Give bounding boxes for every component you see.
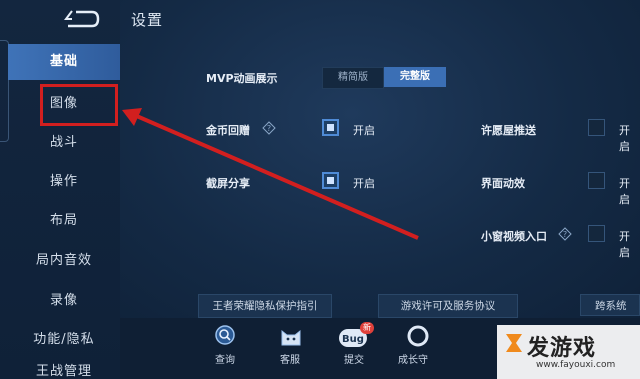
- privacy-guide-link[interactable]: 王者荣耀隐私保护指引: [198, 294, 332, 318]
- watermark-logo-icon: [506, 334, 522, 352]
- growth-guard-icon[interactable]: [407, 325, 429, 349]
- page-title: 设置: [131, 11, 164, 29]
- bug-submit-label: 提交: [344, 355, 364, 366]
- ui-animation-state: 开启: [619, 177, 630, 206]
- sidebar-item-controls[interactable]: 操作: [8, 164, 120, 200]
- sidebar-item-basic[interactable]: 基础: [8, 44, 120, 80]
- highlight-annotation-box: [40, 84, 118, 126]
- watermark-text: 发游戏: [527, 336, 597, 361]
- watermark-url: www.fayouxi.com: [536, 360, 616, 370]
- cross-system-link[interactable]: 跨系统: [580, 294, 640, 316]
- wish-push-state: 开启: [619, 124, 630, 153]
- svg-text:?: ?: [563, 230, 567, 239]
- sidebar-item-replay[interactable]: 录像: [8, 283, 120, 319]
- growth-guard-label: 成长守: [398, 355, 428, 366]
- query-label: 查询: [215, 355, 235, 366]
- mvp-label: MVP动画展示: [206, 72, 278, 85]
- wish-push-checkbox[interactable]: [588, 119, 605, 136]
- query-icon[interactable]: [214, 325, 236, 349]
- wish-push-label: 许愿屋推送: [481, 124, 536, 137]
- back-icon[interactable]: [62, 8, 102, 30]
- sidebar-item-layout[interactable]: 布局: [8, 203, 120, 239]
- help-icon[interactable]: ?: [558, 227, 572, 241]
- ui-animation-checkbox[interactable]: [588, 172, 605, 189]
- service-label: 客服: [280, 355, 300, 366]
- mini-video-label: 小窗视频入口: [481, 230, 547, 243]
- annotation-arrow: [122, 108, 419, 240]
- sidebar-item-ingame-audio[interactable]: 局内音效: [8, 243, 120, 279]
- sidebar-item-function-privacy[interactable]: 功能/隐私: [8, 322, 120, 358]
- bug-title: Bug: [342, 334, 364, 345]
- ui-animation-label: 界面动效: [481, 177, 525, 190]
- new-badge: 新: [360, 322, 374, 334]
- mini-video-state: 开启: [619, 230, 630, 259]
- license-agreement-link[interactable]: 游戏许可及服务协议: [378, 294, 518, 318]
- mini-video-checkbox[interactable]: [588, 225, 605, 242]
- sidebar-item-more[interactable]: 王战管理: [8, 360, 120, 379]
- mvp-option-full[interactable]: 完整版: [384, 67, 446, 87]
- sidebar-item-battle[interactable]: 战斗: [8, 125, 120, 161]
- service-cat-icon[interactable]: [279, 325, 303, 349]
- mvp-option-simple[interactable]: 精简版: [322, 67, 384, 89]
